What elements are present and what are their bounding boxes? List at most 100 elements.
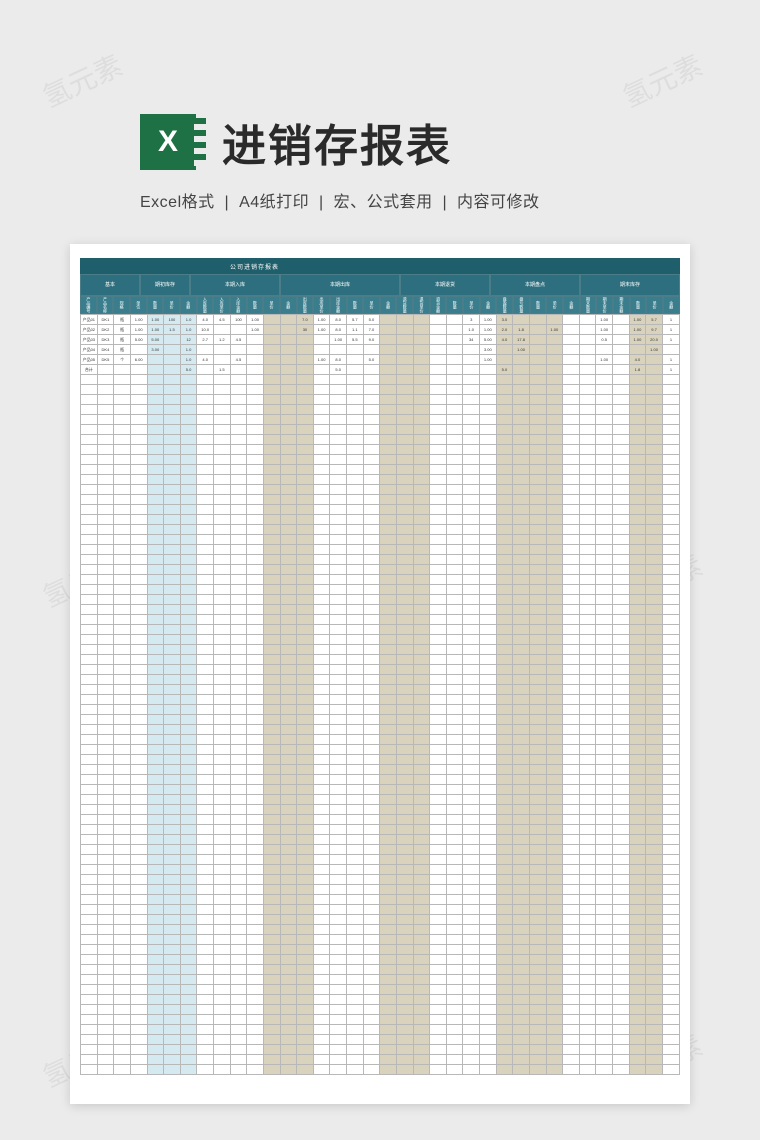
- table-cell: DK5: [97, 355, 114, 365]
- table-cell: [263, 645, 280, 655]
- table-cell: [579, 695, 596, 705]
- table-cell: [330, 615, 347, 625]
- table-cell: [247, 455, 264, 465]
- table-cell: [363, 645, 380, 655]
- table-row: [81, 405, 680, 415]
- table-cell: [662, 735, 679, 745]
- table-cell: [97, 625, 114, 635]
- table-cell: 1.0: [180, 315, 197, 325]
- table-cell: [230, 575, 247, 585]
- table-cell: [247, 415, 264, 425]
- table-cell: [396, 505, 413, 515]
- table-cell: [130, 815, 147, 825]
- table-cell: [280, 1025, 297, 1035]
- table-cell: [529, 415, 546, 425]
- table-cell: [463, 775, 480, 785]
- table-cell: [496, 345, 513, 355]
- table-cell: [430, 835, 447, 845]
- table-cell: [147, 545, 164, 555]
- table-cell: [280, 645, 297, 655]
- table-cell: [430, 865, 447, 875]
- table-cell: [430, 475, 447, 485]
- table-cell: [230, 485, 247, 495]
- table-cell: [130, 455, 147, 465]
- table-cell: [563, 405, 580, 415]
- table-cell: [463, 495, 480, 505]
- table-cell: [97, 365, 114, 375]
- table-cell: [380, 1015, 397, 1025]
- table-cell: [313, 535, 330, 545]
- table-cell: [363, 475, 380, 485]
- table-cell: [280, 405, 297, 415]
- table-cell: [347, 1065, 364, 1075]
- table-cell: [463, 605, 480, 615]
- table-cell: [529, 795, 546, 805]
- table-cell: DK4: [97, 345, 114, 355]
- table-cell: [247, 565, 264, 575]
- table-cell: [413, 735, 430, 745]
- table-cell: [629, 845, 646, 855]
- table-cell: [313, 865, 330, 875]
- table-cell: [164, 825, 181, 835]
- table-cell: [613, 995, 630, 1005]
- table-cell: [629, 425, 646, 435]
- table-cell: [263, 875, 280, 885]
- table-cell: [596, 455, 613, 465]
- table-cell: [114, 895, 131, 905]
- table-cell: [563, 875, 580, 885]
- table-cell: [662, 715, 679, 725]
- table-cell: [347, 1025, 364, 1035]
- table-cell: [646, 755, 663, 765]
- table-cell: [347, 875, 364, 885]
- table-cell: [313, 625, 330, 635]
- table-cell: [596, 915, 613, 925]
- table-cell: [313, 945, 330, 955]
- table-cell: [446, 535, 463, 545]
- table-cell: [297, 535, 314, 545]
- table-cell: [147, 585, 164, 595]
- table-cell: [147, 1065, 164, 1075]
- table-cell: [480, 375, 497, 385]
- table-cell: [97, 435, 114, 445]
- sheet-group-header-row: 基本期初库存本期入库本期出库本期退货本期盘点期末库存: [80, 274, 680, 296]
- table-cell: [214, 395, 231, 405]
- table-cell: [413, 485, 430, 495]
- table-cell: [579, 395, 596, 405]
- table-cell: [480, 785, 497, 795]
- table-cell: [546, 715, 563, 725]
- table-cell: [480, 635, 497, 645]
- table-cell: [180, 415, 197, 425]
- table-cell: [413, 825, 430, 835]
- table-cell: [164, 675, 181, 685]
- table-cell: [480, 405, 497, 415]
- table-cell: [297, 805, 314, 815]
- table-cell: [380, 685, 397, 695]
- table-cell: [230, 795, 247, 805]
- table-cell: [330, 675, 347, 685]
- table-cell: [563, 725, 580, 735]
- table-cell: [480, 435, 497, 445]
- table-cell: [446, 485, 463, 495]
- table-cell: [347, 1035, 364, 1045]
- table-cell: [529, 565, 546, 575]
- table-cell: [613, 765, 630, 775]
- table-cell: [463, 665, 480, 675]
- table-cell: [430, 915, 447, 925]
- table-cell: [463, 675, 480, 685]
- table-cell: [180, 795, 197, 805]
- table-cell: [164, 795, 181, 805]
- table-cell: 1.00: [629, 315, 646, 325]
- table-cell: [513, 945, 530, 955]
- table-cell: [330, 945, 347, 955]
- table-cell: [180, 395, 197, 405]
- table-cell: [280, 775, 297, 785]
- table-cell: [97, 495, 114, 505]
- table-cell: [230, 695, 247, 705]
- table-cell: [97, 735, 114, 745]
- table-cell: 10.0: [197, 325, 214, 335]
- group-header-cell: 本期出库: [280, 274, 400, 296]
- table-cell: [363, 715, 380, 725]
- table-cell: [114, 765, 131, 775]
- table-cell: [579, 985, 596, 995]
- table-cell: [197, 465, 214, 475]
